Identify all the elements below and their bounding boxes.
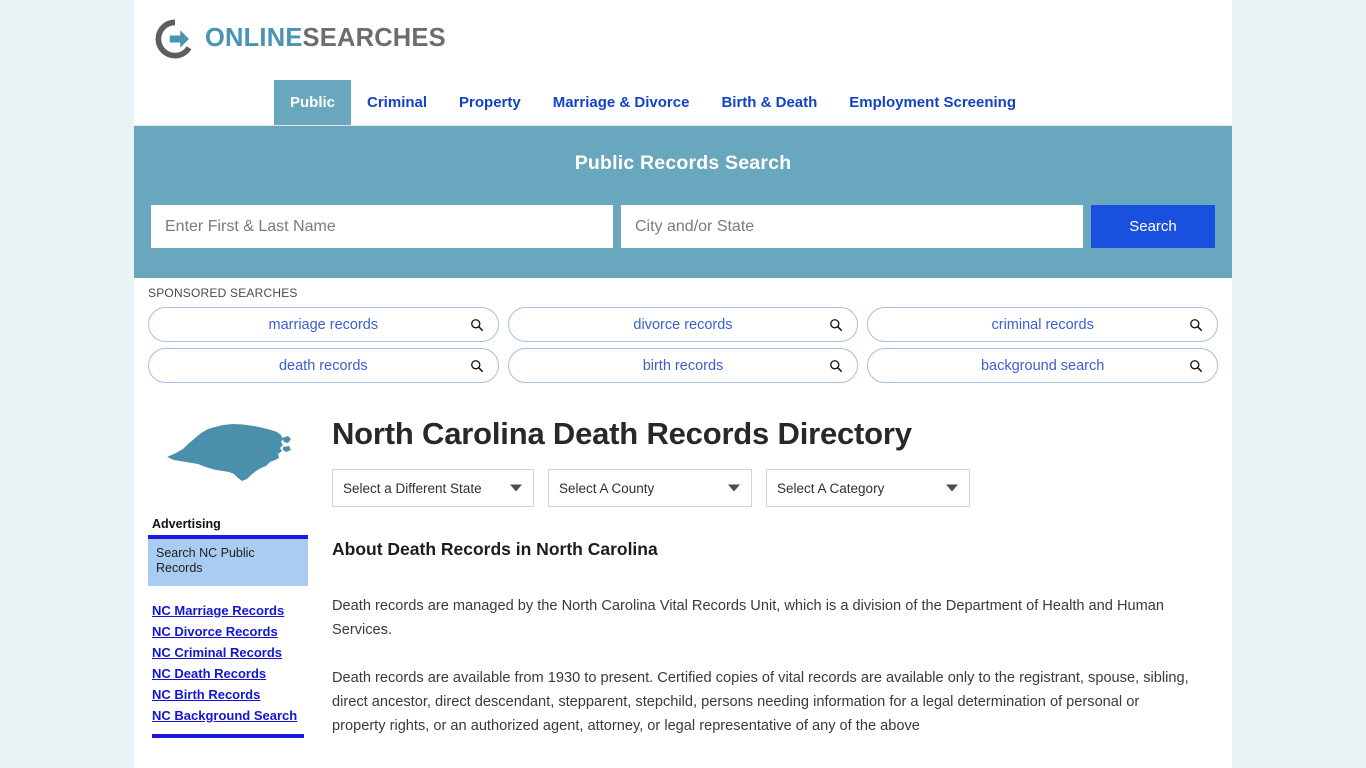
public-records-search-panel: Public Records Search Search (134, 126, 1232, 278)
logo-searches-text: SEARCHES (302, 24, 446, 53)
name-input[interactable] (151, 205, 613, 248)
search-icon (1190, 318, 1203, 331)
chip-label: background search (980, 357, 1105, 374)
nav-item-criminal[interactable]: Criminal (351, 80, 443, 125)
section-heading: About Death Records in North Carolina (332, 539, 658, 560)
sidebar-link-nc-marriage-records[interactable]: NC Marriage Records (152, 600, 308, 621)
nav-label: Birth & Death (721, 94, 818, 111)
logo-online-text: ONLINE (205, 24, 303, 53)
search-icon (830, 318, 843, 331)
sponsored-chip-grid: marriage records divorce records crimina… (148, 307, 1218, 383)
chip-label: marriage records (268, 316, 379, 333)
primary-nav: Public Criminal Property Marriage & Divo… (134, 80, 1232, 126)
nav-item-marriage-divorce[interactable]: Marriage & Divorce (537, 80, 706, 125)
page-title: North Carolina Death Records Directory (332, 416, 912, 451)
advertising-label: Advertising (152, 517, 221, 531)
nav-item-birth-death[interactable]: Birth & Death (705, 80, 833, 125)
ad-box-text: Search NC Public Records (156, 546, 255, 575)
select-county[interactable]: Select A County (548, 469, 752, 508)
sidebar-link-nc-criminal-records[interactable]: NC Criminal Records (152, 642, 308, 663)
nav-label: Marriage & Divorce (552, 94, 690, 111)
search-icon (470, 359, 483, 372)
north-carolina-map (167, 424, 291, 481)
logo-circle-arrow-icon (155, 19, 192, 59)
filter-selects: Select a Different State Select A County… (332, 469, 1218, 508)
sidebar-link-nc-background-search[interactable]: NC Background Search (152, 705, 308, 726)
chevron-down-icon (946, 484, 958, 492)
about-paragraph-2: Death records are available from 1930 to… (332, 670, 1189, 735)
search-icon (1190, 359, 1203, 372)
nav-label: Employment Screening (849, 94, 1017, 111)
select-category[interactable]: Select A Category (766, 469, 970, 508)
search-icon (470, 318, 483, 331)
chevron-down-icon (510, 484, 522, 492)
state-map-container (148, 407, 308, 499)
search-form: Search (150, 205, 1216, 248)
nav-label: Property (459, 94, 521, 111)
logo-wordmark: ONLINESEARCHES (205, 26, 446, 52)
main-content: North Carolina Death Records Directory S… (332, 407, 1218, 762)
sponsored-chip-birth-records[interactable]: birth records (507, 348, 859, 383)
chip-label: criminal records (991, 316, 1094, 333)
about-paragraph-1: Death records are managed by the North C… (332, 598, 1165, 639)
nav-item-property[interactable]: Property (443, 80, 537, 125)
page-container: ONLINESEARCHES Public Criminal Property … (134, 0, 1232, 768)
nav-label: Criminal (367, 94, 428, 111)
select-state-value: Select a Different State (343, 480, 482, 496)
ad-box[interactable]: Search NC Public Records (148, 535, 308, 586)
chip-label: divorce records (633, 316, 733, 333)
sponsored-chip-criminal-records[interactable]: criminal records (867, 307, 1218, 342)
sidebar-link-nc-birth-records[interactable]: NC Birth Records (152, 684, 308, 705)
sidebar-links: NC Marriage Records NC Divorce Records N… (148, 600, 308, 726)
hero-title: Public Records Search (574, 152, 792, 174)
site-logo[interactable]: ONLINESEARCHES (154, 18, 446, 60)
sidebar: Advertising Search NC Public Records NC … (148, 407, 308, 762)
sidebar-link-nc-death-records[interactable]: NC Death Records (152, 663, 308, 684)
sponsored-chip-divorce-records[interactable]: divorce records (507, 307, 859, 342)
chip-label: birth records (642, 357, 724, 374)
search-button[interactable]: Search (1091, 205, 1215, 248)
body-columns: Advertising Search NC Public Records NC … (134, 393, 1232, 762)
chip-label: death records (278, 357, 368, 374)
sidebar-link-nc-divorce-records[interactable]: NC Divorce Records (152, 621, 308, 642)
nav-item-public[interactable]: Public (274, 80, 352, 125)
location-input[interactable] (621, 205, 1083, 248)
search-icon (830, 359, 843, 372)
chevron-down-icon (728, 484, 740, 492)
sponsored-searches: SPONSORED SEARCHES marriage records divo… (134, 278, 1232, 393)
site-header: ONLINESEARCHES (134, 0, 1232, 80)
sponsored-searches-label: SPONSORED SEARCHES (148, 286, 298, 300)
nav-label: Public (290, 94, 336, 111)
select-state[interactable]: Select a Different State (332, 469, 534, 508)
select-county-value: Select A County (559, 480, 655, 496)
sponsored-chip-background-search[interactable]: background search (867, 348, 1218, 383)
nav-item-employment-screening[interactable]: Employment Screening (833, 80, 1032, 125)
select-category-value: Select A Category (777, 480, 885, 496)
sponsored-chip-marriage-records[interactable]: marriage records (148, 307, 499, 342)
sidebar-divider (152, 734, 304, 738)
sponsored-chip-death-records[interactable]: death records (148, 348, 499, 383)
